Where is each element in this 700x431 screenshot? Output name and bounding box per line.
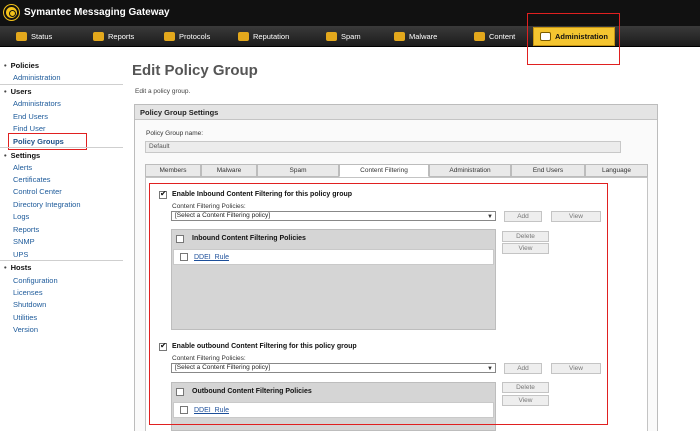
sidebar-item-administrators[interactable]: Administrators [13,99,61,108]
nav-malware[interactable]: Malware [394,26,437,47]
nav-spam-label: Spam [341,32,361,41]
group-name-field: Default [145,141,621,153]
outbound-policy-select[interactable]: [Select a Content Filtering policy] ▼ [171,363,496,373]
nav-malware-label: Malware [409,32,438,41]
sidebar-item-licenses[interactable]: Licenses [13,288,43,297]
nav-spam[interactable]: Spam [326,26,361,47]
inbound-view-policy-button[interactable]: View [502,243,549,254]
outbound-view-policy-button[interactable]: View [502,395,549,406]
inbound-policies-table: Inbound Content Filtering Policies DDEI_… [171,229,496,330]
outbound-view-button[interactable]: View [551,363,601,374]
sidebar-divider [0,260,123,261]
outbound-select-all-checkbox[interactable] [176,388,184,396]
outbound-select-value: [Select a Content Filtering policy] [175,364,271,371]
chevron-down-icon: ▼ [487,366,493,372]
main-nav: Status Reports Protocols Reputation Spam… [0,26,700,47]
sidebar-item-snmp[interactable]: SNMP [13,237,35,246]
protocols-icon [164,32,175,41]
inbound-policy-link[interactable]: DDEI_Rule [194,254,229,261]
sidebar-heading-settings: Settings [4,151,41,160]
sidebar-item-logs[interactable]: Logs [13,212,29,221]
sidebar-heading-policies: Policies [4,61,39,70]
outbound-row-checkbox[interactable] [180,406,188,414]
tab-administration[interactable]: Administration [429,164,511,177]
inbound-enable-checkbox[interactable] [159,189,167,199]
outbound-policy-link[interactable]: DDEI_Rule [194,407,229,414]
sidebar-divider [0,84,123,85]
page-title: Edit Policy Group [132,62,258,79]
nav-reputation-label: Reputation [253,32,290,41]
sidebar-item-alerts[interactable]: Alerts [13,163,32,172]
outbound-add-button[interactable]: Add [504,363,542,374]
nav-content[interactable]: Content [474,26,515,47]
tab-spam[interactable]: Spam [257,164,339,177]
reports-icon [93,32,104,41]
table-row: DDEI_Rule [173,402,494,418]
outbound-enable-checkbox[interactable] [159,341,167,351]
tab-malware[interactable]: Malware [201,164,257,177]
outbound-policies-table: Outbound Content Filtering Policies DDEI… [171,382,496,431]
inbound-add-button[interactable]: Add [504,211,542,222]
sidebar-item-find-user[interactable]: Find User [13,124,46,133]
sidebar-heading-users: Users [4,87,32,96]
chevron-down-icon: ▼ [487,214,493,220]
top-bar: Symantec Messaging Gateway [0,0,700,26]
tab-language[interactable]: Language [585,164,648,177]
tab-end-users[interactable]: End Users [511,164,585,177]
inbound-select-value: [Select a Content Filtering policy] [175,212,271,219]
sidebar-item-directory-integration[interactable]: Directory Integration [13,200,81,209]
sidebar-item-control-center[interactable]: Control Center [13,187,62,196]
page: Symantec Messaging Gateway Status Report… [0,0,700,431]
nav-protocols-label: Protocols [179,32,211,41]
nav-status[interactable]: Status [16,26,52,47]
page-subtitle: Edit a policy group. [135,88,191,95]
symantec-logo-icon [4,5,19,20]
sidebar-item-shutdown[interactable]: Shutdown [13,300,46,309]
nav-reports-label: Reports [108,32,135,41]
nav-protocols[interactable]: Protocols [164,26,210,47]
sidebar-item-policy-groups[interactable]: Policy Groups [13,137,64,146]
table-row: DDEI_Rule [173,249,494,265]
inbound-enable-label: Enable Inbound Content Filtering for thi… [172,191,353,198]
administration-icon [540,32,551,41]
sidebar-item-administration[interactable]: Administration [13,73,61,82]
sidebar-item-reports[interactable]: Reports [13,225,39,234]
nav-administration-label: Administration [555,32,608,41]
sidebar-item-utilities[interactable]: Utilities [13,313,37,322]
inbound-policies-label: Content Filtering Policies: [172,203,246,210]
nav-reports[interactable]: Reports [93,26,134,47]
sidebar-item-version[interactable]: Version [13,325,38,334]
group-name-label: Policy Group name: [146,130,204,137]
nav-status-label: Status [31,32,53,41]
sidebar-item-ups[interactable]: UPS [13,250,28,259]
nav-reputation[interactable]: Reputation [238,26,289,47]
policy-tabs: Members Malware Spam Content Filtering A… [145,164,648,177]
status-icon [16,32,27,41]
panel-title: Policy Group Settings [135,105,657,120]
sidebar-divider [0,147,123,148]
inbound-row-checkbox[interactable] [180,253,188,261]
inbound-policy-select[interactable]: [Select a Content Filtering policy] ▼ [171,211,496,221]
spam-icon [326,32,337,41]
nav-administration[interactable]: Administration [533,27,615,46]
inbound-select-all-checkbox[interactable] [176,235,184,243]
outbound-enable-label: Enable outbound Content Filtering for th… [172,343,357,350]
inbound-delete-button[interactable]: Delete [502,231,549,242]
app-title: Symantec Messaging Gateway [24,7,170,18]
outbound-policies-label: Content Filtering Policies: [172,355,246,362]
tab-content-filtering[interactable]: Content Filtering [339,164,429,177]
outbound-delete-button[interactable]: Delete [502,382,549,393]
malware-icon [394,32,405,41]
sidebar-item-end-users[interactable]: End Users [13,112,48,121]
sidebar-heading-hosts: Hosts [4,263,32,272]
inbound-view-button[interactable]: View [551,211,601,222]
content-icon [474,32,485,41]
nav-content-label: Content [489,32,516,41]
sidebar-item-certificates[interactable]: Certificates [13,175,51,184]
tab-members[interactable]: Members [145,164,201,177]
reputation-icon [238,32,249,41]
sidebar-item-configuration[interactable]: Configuration [13,276,58,285]
